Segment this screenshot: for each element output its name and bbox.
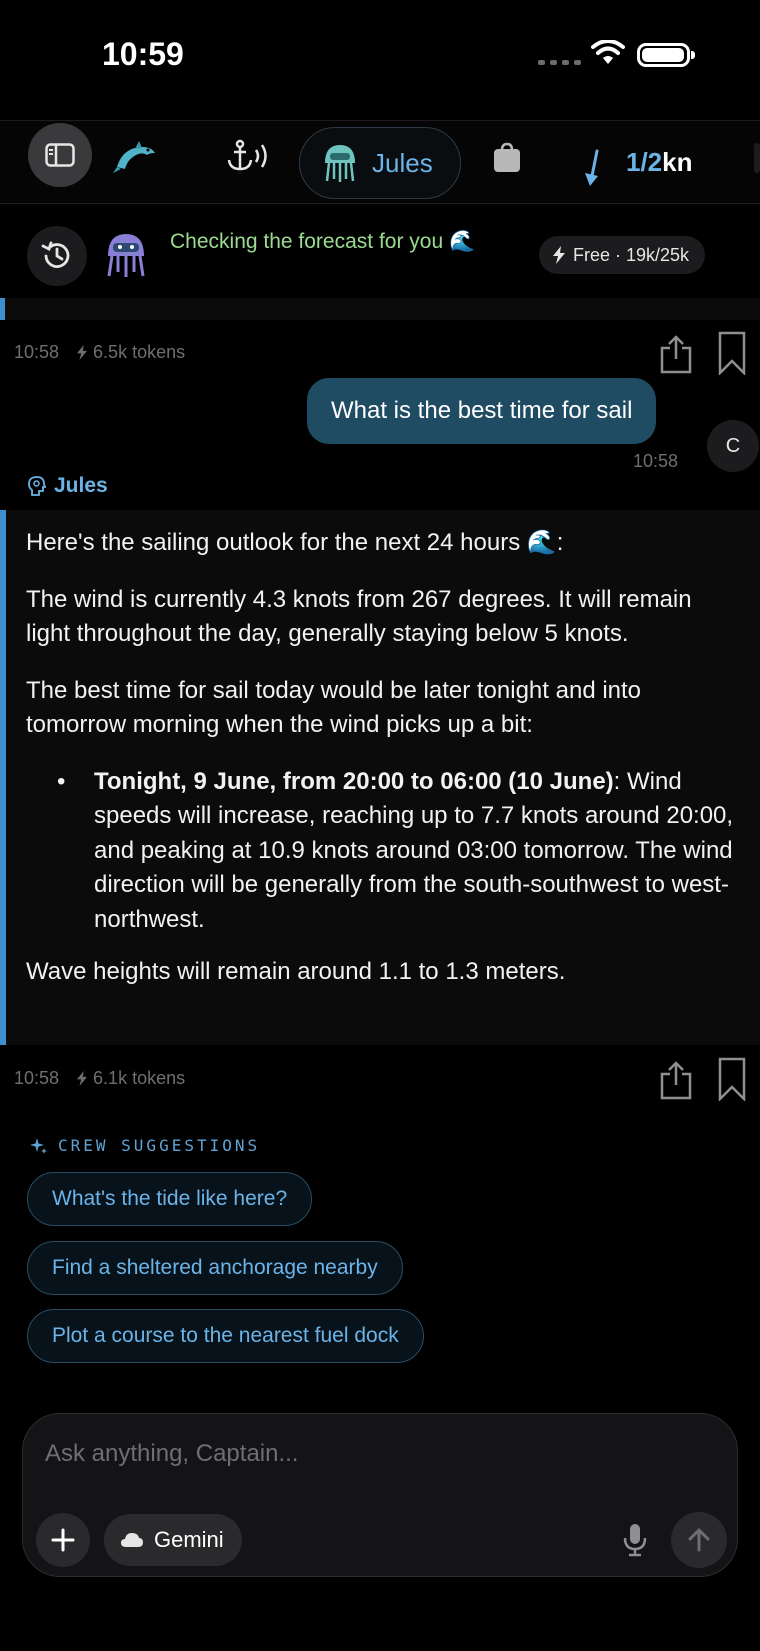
send-button[interactable] bbox=[671, 1512, 727, 1568]
bookmark-icon bbox=[718, 331, 746, 375]
model-selector-button[interactable]: Gemini bbox=[104, 1514, 242, 1566]
suggestion-chip[interactable]: Plot a course to the nearest fuel dock bbox=[27, 1309, 424, 1363]
microphone-icon bbox=[623, 1524, 647, 1557]
wind-speed-value: 1/2 bbox=[626, 147, 663, 177]
share-icon bbox=[660, 1061, 692, 1100]
jellyfish-agent-avatar-icon bbox=[107, 234, 145, 277]
model-name: Gemini bbox=[154, 1527, 224, 1552]
bolt-icon bbox=[553, 246, 565, 264]
bookmark-icon bbox=[718, 1057, 746, 1101]
message-time: 10:58 bbox=[14, 342, 60, 362]
sidebar-toggle-button[interactable] bbox=[28, 123, 92, 187]
bookmark-button[interactable] bbox=[712, 330, 752, 376]
history-clock-icon bbox=[41, 241, 70, 268]
status-bar: 10:59 bbox=[0, 0, 760, 118]
bookmark-button[interactable] bbox=[712, 1056, 752, 1102]
wind-direction-arrow-icon bbox=[585, 149, 599, 186]
sparkle-icon bbox=[30, 1137, 47, 1154]
crew-jules-pill[interactable]: Jules bbox=[299, 127, 461, 199]
plan-usage-badge[interactable]: Free · 19k/25k bbox=[539, 236, 706, 274]
crew-bag[interactable] bbox=[490, 139, 524, 175]
head-profile-icon bbox=[28, 476, 46, 496]
share-icon bbox=[660, 335, 692, 374]
bolt-icon bbox=[77, 1071, 88, 1086]
wind-speed-unit: kn bbox=[662, 147, 693, 177]
message-composer: Gemini bbox=[22, 1413, 738, 1577]
crew-bar: Jules 1/2kn bbox=[0, 120, 760, 204]
history-button[interactable] bbox=[27, 226, 87, 286]
share-button[interactable] bbox=[656, 1058, 696, 1102]
plus-icon bbox=[51, 1528, 75, 1552]
plan-usage-text: Free · 19k/25k bbox=[573, 244, 690, 265]
user-message-time: 10:58 bbox=[633, 451, 679, 471]
token-count-text: 6.5k tokens bbox=[93, 342, 186, 362]
sidebar-icon bbox=[45, 143, 75, 167]
suggestion-chip[interactable]: What's the tide like here? bbox=[27, 1172, 313, 1226]
forecast-list-item: Tonight, 9 June, from 20:00 to 06:00 (10… bbox=[57, 765, 740, 938]
jellyfish-icon bbox=[325, 145, 355, 182]
user-avatar[interactable]: C bbox=[707, 420, 759, 472]
cellular-signal-icon bbox=[538, 60, 581, 65]
dolphin-icon bbox=[113, 141, 155, 173]
microphone-button[interactable] bbox=[615, 1520, 655, 1560]
message-input[interactable] bbox=[45, 1432, 705, 1476]
token-count: 6.5k tokens bbox=[77, 342, 185, 363]
streaming-progress-bar bbox=[0, 298, 760, 320]
arrow-up-icon bbox=[688, 1528, 710, 1552]
token-count-text: 6.1k tokens bbox=[93, 1068, 186, 1088]
assistant-label: Jules bbox=[28, 474, 108, 498]
battery-icon bbox=[637, 43, 695, 67]
suggestion-chip[interactable]: Find a sheltered anchorage nearby bbox=[27, 1241, 403, 1295]
assistant-paragraph: The wind is currently 4.3 knots from 267… bbox=[26, 585, 692, 648]
crew-anchor-radio[interactable] bbox=[224, 133, 276, 179]
agent-status-text: Checking the forecast for you 🌊 bbox=[170, 230, 476, 253]
crew-suggestions-heading: CREW SUGGESTIONS bbox=[30, 1136, 260, 1155]
assistant-paragraph: The best time for sail today would be la… bbox=[26, 676, 642, 739]
assistant-paragraph: Wave heights will remain around 1.1 to 1… bbox=[26, 958, 566, 985]
user-message-bubble[interactable]: What is the best time for sail bbox=[307, 378, 657, 444]
crew-scroll-edge bbox=[754, 143, 760, 173]
active-agent-name: Jules bbox=[372, 147, 433, 178]
forecast-list: Tonight, 9 June, from 20:00 to 06:00 (10… bbox=[26, 765, 740, 938]
cloud-icon bbox=[121, 1533, 143, 1547]
wind-speed-readout[interactable]: 1/2kn bbox=[626, 147, 693, 178]
forecast-window: Tonight, 9 June, from 20:00 to 06:00 (10… bbox=[94, 767, 614, 795]
crew-dolphin[interactable] bbox=[110, 133, 160, 179]
message-meta: 10:58 6.1k tokens bbox=[14, 1068, 185, 1089]
assistant-message: Here's the sailing outlook for the next … bbox=[0, 510, 760, 1045]
message-meta: 10:58 6.5k tokens bbox=[14, 342, 185, 363]
status-time: 10:59 bbox=[102, 36, 184, 72]
share-button[interactable] bbox=[656, 332, 696, 376]
attach-button[interactable] bbox=[36, 1513, 90, 1567]
bolt-icon bbox=[77, 345, 88, 360]
message-time: 10:58 bbox=[14, 1068, 60, 1088]
wifi-icon bbox=[591, 40, 625, 64]
token-count: 6.1k tokens bbox=[77, 1068, 185, 1089]
crew-suggestions-label: CREW SUGGESTIONS bbox=[58, 1136, 261, 1155]
assistant-name: Jules bbox=[54, 474, 108, 497]
anchor-signal-icon bbox=[227, 139, 267, 171]
assistant-intro: Here's the sailing outlook for the next … bbox=[26, 529, 564, 556]
shopping-bag-icon bbox=[494, 142, 520, 172]
